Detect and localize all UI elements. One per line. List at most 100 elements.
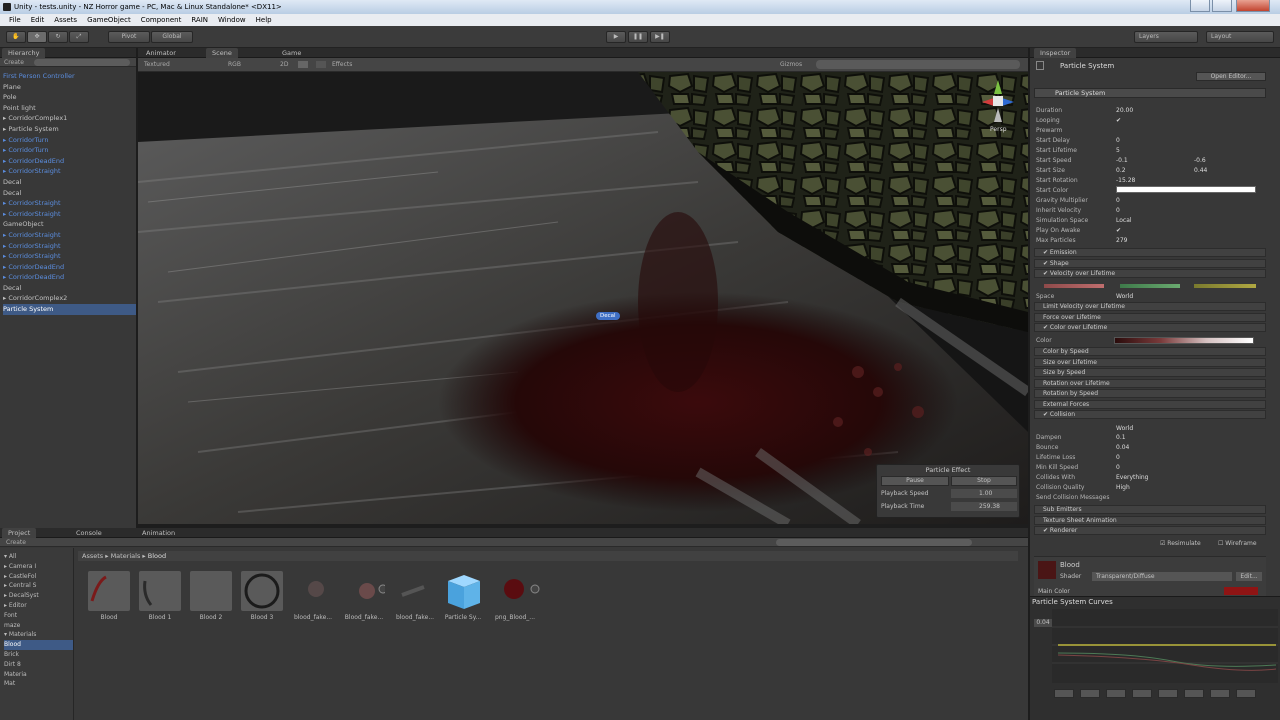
menu-help[interactable]: Help (251, 14, 277, 26)
module-header[interactable]: ✔ Velocity over Lifetime (1034, 269, 1266, 278)
hierarchy-item[interactable]: Plane (3, 82, 136, 93)
resimulate-toggle[interactable]: ☑ Resimulate (1160, 540, 1201, 547)
hierarchy-item[interactable]: Particle System (3, 304, 136, 315)
pause-button-icon[interactable]: ❚❚ (628, 31, 648, 43)
hierarchy-search-input[interactable] (34, 59, 130, 66)
asset-label[interactable]: blood_fake... (287, 614, 339, 621)
hierarchy-item[interactable]: ▸ CorridorDeadEnd (3, 156, 136, 167)
project-folder-item[interactable]: ▸ Editor (4, 601, 73, 611)
asset-label[interactable]: Blood 2 (185, 614, 237, 621)
open-editor-button[interactable]: Open Editor... (1196, 72, 1266, 81)
rotate-tool-icon[interactable]: ↻ (48, 31, 68, 43)
tab-inspector[interactable]: Inspector (1034, 48, 1077, 58)
project-folder-item[interactable]: ▾ Materials (4, 630, 73, 640)
shader-dropdown[interactable]: Transparent/Diffuse (1092, 572, 1232, 581)
hierarchy-item[interactable]: ▸ CorridorTurn (3, 145, 136, 156)
hierarchy-item[interactable]: Pole (3, 92, 136, 103)
hierarchy-item[interactable]: ▸ CorridorDeadEnd (3, 272, 136, 283)
asset-thumb-blood-2[interactable] (190, 571, 232, 611)
module-header[interactable]: Size over Lifetime (1034, 357, 1266, 367)
asset-thumb-blood-fake-2[interactable] (343, 571, 388, 611)
hierarchy-item[interactable]: ▸ CorridorStraight (3, 230, 136, 241)
tab-game[interactable]: Game (276, 48, 307, 58)
module-header[interactable]: ✔ Color over Lifetime (1034, 323, 1266, 332)
project-folder-item[interactable]: Font (4, 611, 73, 621)
audio-toggle-icon[interactable] (316, 61, 326, 68)
module-header[interactable]: Rotation by Speed (1034, 389, 1266, 398)
curve-preset-7[interactable] (1210, 689, 1230, 698)
space-dropdown[interactable]: World (1116, 292, 1133, 302)
module-header[interactable]: Sub Emitters (1034, 505, 1266, 514)
prop-value[interactable]: 0 (1116, 463, 1120, 473)
module-header[interactable]: ✔ Collision (1034, 410, 1266, 419)
asset-label[interactable]: Blood 1 (134, 614, 186, 621)
curve-preset-2[interactable] (1080, 689, 1100, 698)
prop-value[interactable]: 5 (1116, 146, 1120, 156)
prop-value[interactable]: Everything (1116, 473, 1148, 483)
shader-edit-button[interactable]: Edit... (1236, 572, 1262, 581)
stop-button[interactable]: Stop (951, 476, 1017, 486)
asset-label[interactable]: Blood 3 (236, 614, 288, 621)
asset-thumb-blood[interactable] (88, 571, 130, 611)
maximize-button[interactable] (1212, 0, 1232, 12)
prop-value[interactable]: ✔ (1116, 116, 1121, 126)
curve-preset-6[interactable] (1184, 689, 1204, 698)
module-header[interactable]: Color by Speed (1034, 347, 1266, 356)
asset-thumb-particle-system[interactable] (442, 571, 484, 611)
menu-rain[interactable]: RAIN (186, 14, 213, 26)
global-toggle[interactable]: Global (151, 31, 193, 43)
layers-dropdown[interactable]: Layers (1134, 31, 1198, 43)
tab-animation[interactable]: Animation (136, 528, 181, 538)
curve-preset-8[interactable] (1236, 689, 1256, 698)
prop-value[interactable]: 0 (1116, 136, 1120, 146)
breadcrumb-materials[interactable]: Materials (111, 552, 141, 560)
move-tool-icon[interactable]: ✥ (27, 31, 47, 43)
pivot-toggle[interactable]: Pivot (108, 31, 150, 43)
hierarchy-item[interactable]: ▸ CorridorTurn (3, 135, 136, 146)
shading-mode-dropdown[interactable]: Textured (144, 58, 170, 71)
menu-window[interactable]: Window (213, 14, 251, 26)
asset-thumb-png-blood[interactable] (494, 571, 540, 611)
breadcrumb-blood[interactable]: Blood (148, 552, 166, 560)
scale-tool-icon[interactable]: ⤢ (69, 31, 89, 43)
prop-value[interactable]: ✔ (1116, 226, 1121, 236)
color-gradient-field[interactable] (1114, 337, 1254, 344)
module-header[interactable]: ✔ Renderer (1034, 526, 1266, 535)
project-folder-item[interactable]: maze (4, 621, 73, 631)
prop-value[interactable]: High (1116, 483, 1130, 493)
2d-toggle[interactable]: 2D (280, 58, 288, 71)
curve-editor[interactable] (1052, 609, 1278, 683)
prop-value-max[interactable]: -0.6 (1194, 156, 1206, 166)
lighting-toggle-icon[interactable] (298, 61, 308, 68)
hierarchy-item[interactable]: Point light (3, 103, 136, 114)
hierarchy-item[interactable]: GameObject (3, 219, 136, 230)
hierarchy-item[interactable]: ▸ CorridorStraight (3, 251, 136, 262)
particle-system-section-header[interactable]: Particle System (1034, 88, 1266, 98)
project-search-input[interactable] (776, 539, 972, 546)
hierarchy-item[interactable]: Decal (3, 188, 136, 199)
breadcrumb-assets[interactable]: Assets (82, 552, 103, 560)
effects-dropdown[interactable]: Effects (332, 58, 352, 71)
tab-project[interactable]: Project (2, 528, 37, 538)
prop-value[interactable]: Local (1116, 216, 1132, 226)
wireframe-toggle[interactable]: ☐ Wireframe (1218, 540, 1257, 547)
hierarchy-item[interactable]: ▸ CorridorStraight (3, 209, 136, 220)
play-button-icon[interactable]: ▶ (606, 31, 626, 43)
main-color-swatch[interactable] (1224, 587, 1258, 595)
module-header[interactable]: Limit Velocity over Lifetime (1034, 302, 1266, 311)
prop-value[interactable]: 0 (1116, 453, 1120, 463)
playback-speed-field[interactable]: 1.00 (951, 489, 1017, 498)
curve-preset-1[interactable] (1054, 689, 1074, 698)
prop-value[interactable]: 0.04 (1116, 443, 1129, 453)
asset-label[interactable]: Particle Sy... (437, 614, 489, 621)
project-folder-item[interactable]: ▸ DecalSyst (4, 591, 73, 601)
menu-gameobject[interactable]: GameObject (82, 14, 136, 26)
project-create-button[interactable]: Create (6, 538, 26, 547)
project-folder-item[interactable]: Materia (4, 670, 73, 680)
prop-value[interactable]: 0.2 (1116, 166, 1126, 176)
prop-value[interactable]: 20.00 (1116, 106, 1133, 116)
hierarchy-item[interactable]: Decal (3, 283, 136, 294)
module-header[interactable]: Rotation over Lifetime (1034, 378, 1266, 388)
playback-time-field[interactable]: 259.38 (951, 502, 1017, 511)
module-header[interactable]: Force over Lifetime (1034, 312, 1266, 322)
